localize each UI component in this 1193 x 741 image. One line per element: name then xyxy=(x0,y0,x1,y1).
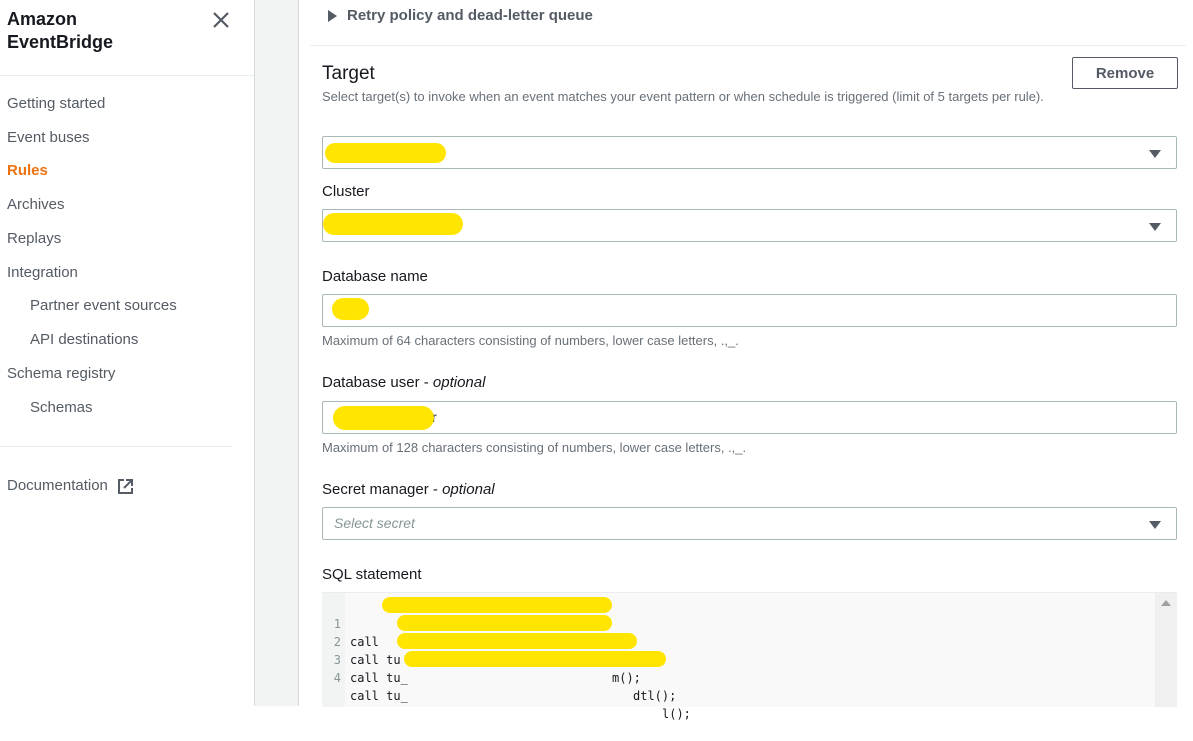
cluster-select[interactable] xyxy=(322,209,1177,242)
caret-right-icon xyxy=(328,9,337,22)
sql-statement-label: SQL statement xyxy=(322,566,422,583)
sidebar-item-schemas[interactable]: Schemas xyxy=(30,398,93,418)
database-name-input[interactable] xyxy=(322,294,1177,327)
redacted-value xyxy=(397,615,612,631)
sidebar-item-getting-started[interactable]: Getting started xyxy=(7,94,105,114)
chevron-down-icon xyxy=(1149,223,1161,231)
sidebar: Amazon EventBridge Getting started Event… xyxy=(0,0,255,706)
app-title: Amazon EventBridge xyxy=(7,9,114,52)
sidebar-item-rules[interactable]: Rules xyxy=(7,161,48,181)
sidebar-item-replays[interactable]: Replays xyxy=(7,229,61,249)
external-link-icon xyxy=(117,478,134,495)
chevron-down-icon xyxy=(1149,150,1161,158)
editor-scrollbar[interactable] xyxy=(1155,593,1177,707)
scroll-up-icon[interactable] xyxy=(1161,600,1171,606)
secret-manager-select[interactable]: Select secret xyxy=(322,507,1177,540)
redacted-value xyxy=(397,633,637,649)
code-line: 3 call tu_ dtl(); xyxy=(333,653,677,703)
sidebar-item-archives[interactable]: Archives xyxy=(7,195,65,215)
database-user-input[interactable]: r xyxy=(322,401,1177,434)
sidebar-item-api-destinations[interactable]: API destinations xyxy=(30,330,138,350)
secret-manager-label: Secret manager - optional xyxy=(322,481,495,498)
retry-policy-expander[interactable]: Retry policy and dead-letter queue xyxy=(328,7,593,24)
code-line: 1 call m(); xyxy=(333,617,641,667)
redacted-value xyxy=(332,298,369,320)
main-content: Retry policy and dead-letter queue Targe… xyxy=(299,0,1193,721)
redacted-value xyxy=(404,651,666,667)
sidebar-item-integration[interactable]: Integration xyxy=(7,263,78,283)
target-type-select[interactable] xyxy=(322,136,1177,169)
section-divider xyxy=(310,45,1186,46)
chevron-down-icon xyxy=(1149,521,1161,529)
redacted-value xyxy=(325,143,446,163)
sidebar-item-event-buses[interactable]: Event buses xyxy=(7,128,90,148)
retry-policy-label: Retry policy and dead-letter queue xyxy=(347,7,593,24)
sidebar-item-documentation[interactable]: Documentation xyxy=(7,476,134,496)
layout-gutter xyxy=(255,0,299,706)
sidebar-item-schema-registry[interactable]: Schema registry xyxy=(7,364,115,384)
target-description: Select target(s) to invoke when an event… xyxy=(322,89,1044,104)
database-name-hint: Maximum of 64 characters consisting of n… xyxy=(322,333,739,348)
database-user-label: Database user - optional xyxy=(322,374,486,391)
code-line: 2 call tu m(); xyxy=(333,635,641,685)
code-line: 4 call tu_ l(); xyxy=(333,671,691,721)
database-name-label: Database name xyxy=(322,268,428,285)
database-user-hint: Maximum of 128 characters consisting of … xyxy=(322,440,747,455)
redacted-value xyxy=(333,406,434,430)
redacted-value xyxy=(323,213,463,235)
sidebar-divider xyxy=(0,75,254,76)
documentation-label: Documentation xyxy=(7,477,108,494)
close-icon[interactable] xyxy=(210,9,232,31)
sidebar-item-partner-event-sources[interactable]: Partner event sources xyxy=(30,296,177,316)
target-title: Target xyxy=(322,63,375,84)
redacted-value xyxy=(382,597,612,613)
sql-editor[interactable]: 1 call m(); 2 call tu m(); 3 call tu_ dt… xyxy=(322,592,1177,721)
sidebar-divider xyxy=(0,446,232,447)
cluster-label: Cluster xyxy=(322,183,370,200)
secret-placeholder: Select secret xyxy=(334,515,415,531)
remove-button[interactable]: Remove xyxy=(1072,57,1178,89)
